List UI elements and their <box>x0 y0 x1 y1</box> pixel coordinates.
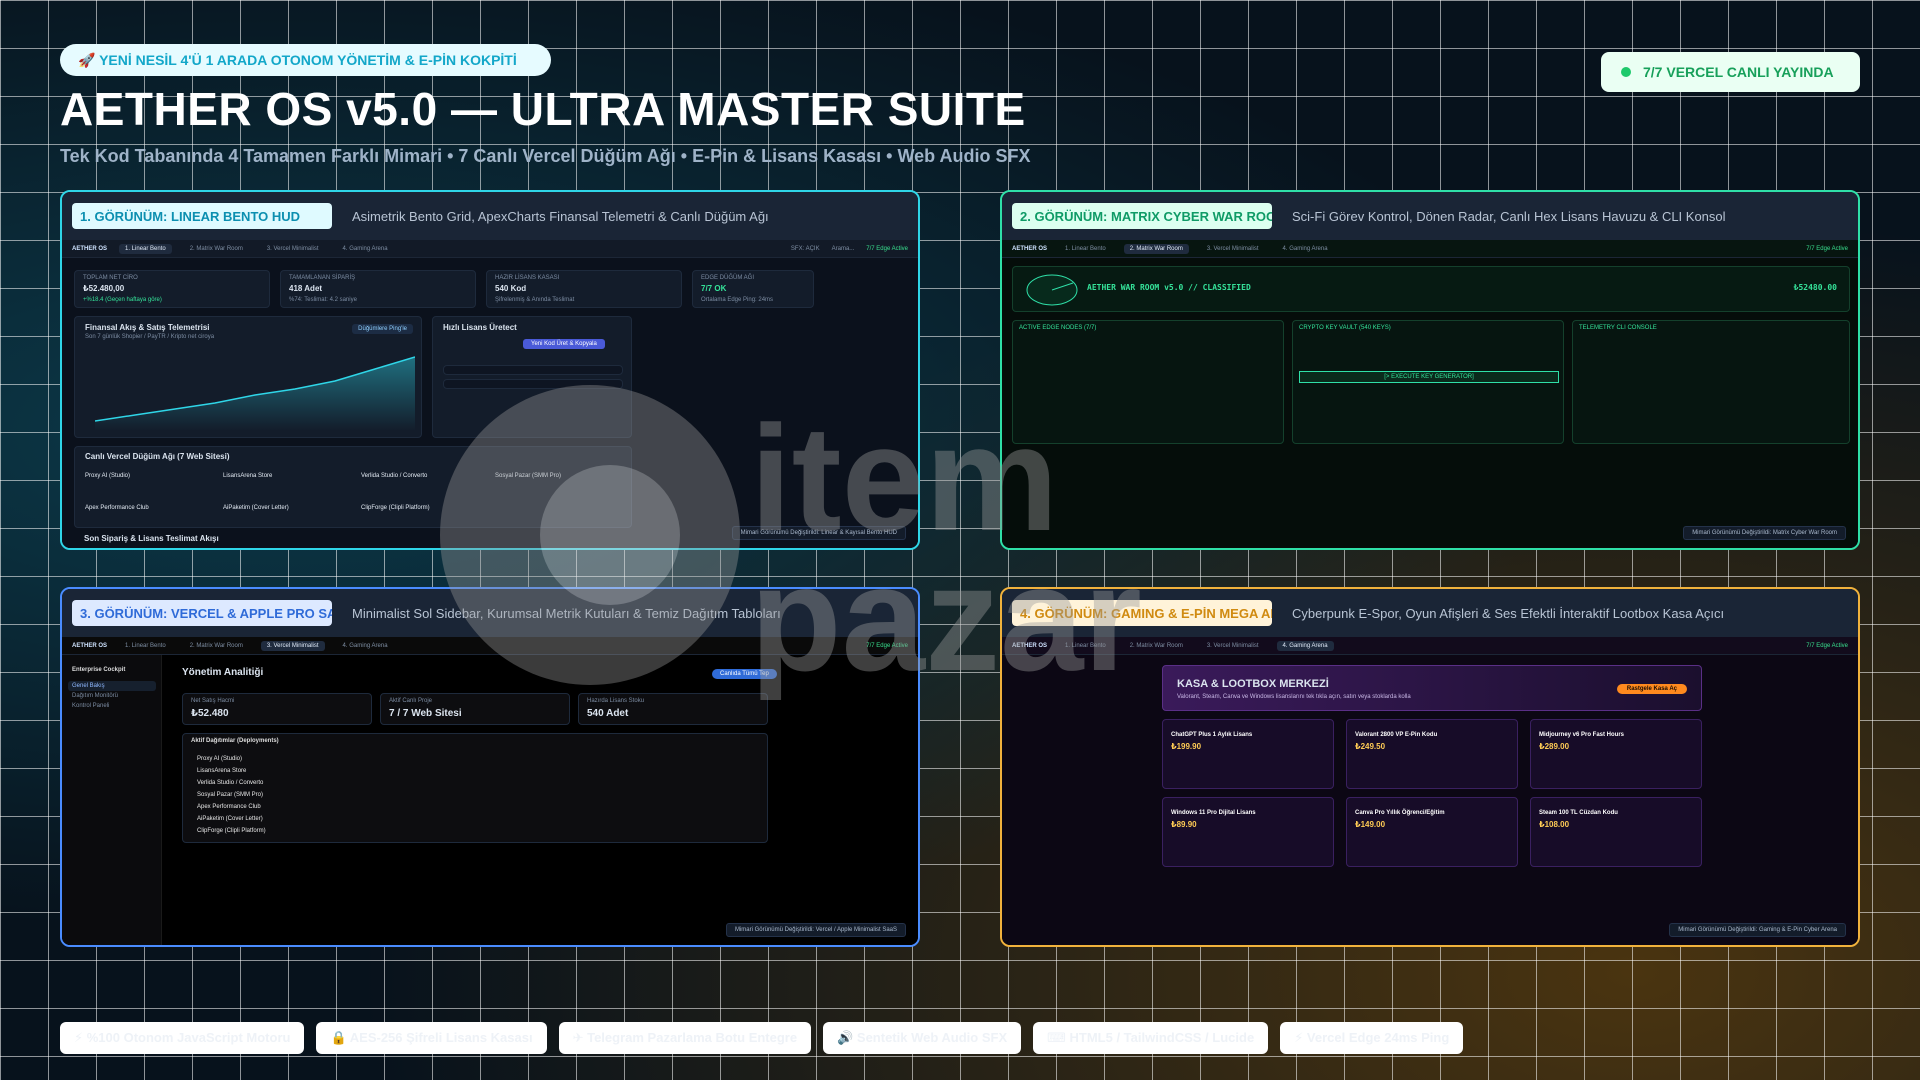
app-brand: AETHER OS <box>1012 642 1048 649</box>
cli-console: TELEMETRY CLI CONSOLE <box>1572 320 1850 444</box>
feature-chip: 🔒 AES-256 Şifreli Lisans Kasası <box>316 1022 547 1054</box>
ping-button[interactable]: Düğümlere Ping'le <box>352 324 413 334</box>
saas-title: Yönetim Analitiği <box>182 667 264 678</box>
panel-description: Asimetrik Bento Grid, ApexCharts Finansa… <box>352 208 769 224</box>
product-card[interactable]: Canva Pro Yıllık Öğrenci/Eğitim ₺149.00 <box>1346 797 1518 867</box>
app-brand: AETHER OS <box>1012 245 1048 252</box>
tab-gaming[interactable]: 4. Gaming Arena <box>1276 640 1334 651</box>
tab-matrix[interactable]: 2. Matrix War Room <box>1123 243 1189 254</box>
edge-status: 7/7 Edge Active <box>866 245 908 252</box>
panel-description: Minimalist Sol Sidebar, Kurumsal Metrik … <box>352 605 781 621</box>
generate-key-button[interactable]: Yeni Kod Üret & Kopyala <box>523 339 605 349</box>
edge-status: 7/7 Edge Active <box>1806 245 1848 252</box>
tab-matrix[interactable]: 2. Matrix War Room <box>184 244 249 254</box>
product-card[interactable]: Midjourney v6 Pro Fast Hours ₺289.00 <box>1530 719 1702 789</box>
live-status-badge: 7/7 VERCEL CANLI YAYINDA <box>1601 52 1860 92</box>
footer-toast: Mimari Görünümü Değiştirildi: Vercel / A… <box>725 923 906 937</box>
product-card[interactable]: ChatGPT Plus 1 Aylık Lisans ₺199.90 <box>1162 719 1334 789</box>
panel-gaming-arena[interactable]: 4. GÖRÜNÜM: GAMING & E-PİN MEGA ARENA Cy… <box>1000 587 1860 947</box>
deploy-all-button[interactable]: Canlıda Tümü Tep <box>712 669 777 679</box>
tab-vercel[interactable]: 3. Vercel Minimalist <box>261 244 325 254</box>
kpi-card: TOPLAM NET CİRO ₺52.480,00 +%18.4 (Geçen… <box>74 270 270 308</box>
feature-chip: ⚡ Vercel Edge 24ms Ping <box>1280 1022 1464 1054</box>
sidebar-item-deploy[interactable]: Dağıtım Monitörü <box>72 693 118 699</box>
panel-vercel-saas[interactable]: 3. GÖRÜNÜM: VERCEL & APPLE PRO SAAS Mini… <box>60 587 920 947</box>
tab-matrix[interactable]: 2. Matrix War Room <box>184 641 249 651</box>
finance-chart-card: Finansal Akış & Satış Telemetrisi Son 7 … <box>74 316 422 438</box>
footer-toast: Mimari Görünümü Değiştirildi: Matrix Cyb… <box>1683 526 1846 540</box>
panel-tag: 1. GÖRÜNÜM: LINEAR BENTO HUD <box>72 203 332 229</box>
panel-tag: 3. GÖRÜNÜM: VERCEL & APPLE PRO SAAS <box>72 600 332 626</box>
panel-linear-bento[interactable]: 1. GÖRÜNÜM: LINEAR BENTO HUD Asimetrik B… <box>60 190 920 550</box>
panel-tag: 4. GÖRÜNÜM: GAMING & E-PİN MEGA ARENA <box>1012 600 1272 626</box>
tab-linear[interactable]: 1. Linear Bento <box>1059 641 1112 651</box>
app-brand: AETHER OS <box>72 245 108 252</box>
search-input[interactable]: Arama... <box>832 246 855 252</box>
kpi-card: EDGE DÜĞÜM AĞI 7/7 OK Ortalama Edge Ping… <box>692 270 814 308</box>
sidebar-item-overview[interactable]: Genel Bakış <box>68 681 156 691</box>
edge-status: 7/7 Edge Active <box>1806 642 1848 649</box>
panel-matrix-war-room[interactable]: 2. GÖRÜNÜM: MATRIX CYBER WAR ROOM Sci-Fi… <box>1000 190 1860 550</box>
kpi-card: HAZIR LİSANS KASASI 540 Kod Şifrelenmiş … <box>486 270 682 308</box>
edge-status: 7/7 Edge Active <box>866 642 908 649</box>
tab-gaming[interactable]: 4. Gaming Arena <box>1277 244 1334 254</box>
war-room-header: AETHER WAR ROOM v5.0 // CLASSIFIED ₺5248… <box>1012 266 1850 312</box>
tab-vercel[interactable]: 3. Vercel Minimalist <box>260 640 325 651</box>
panel-description: Sci-Fi Görev Kontrol, Dönen Radar, Canlı… <box>1292 208 1726 224</box>
sidebar-item-control[interactable]: Kontrol Paneli <box>72 703 109 709</box>
feature-chip: ✈ Telegram Pazarlama Botu Entegre <box>558 1022 812 1054</box>
page-subtitle: Tek Kod Tabanında 4 Tamamen Farklı Mimar… <box>60 146 1031 166</box>
product-card[interactable]: Steam 100 TL Cüzdan Kodu ₺108.00 <box>1530 797 1702 867</box>
kpi-card: Aktif Canlı Proje 7 / 7 Web Sitesi <box>380 693 570 725</box>
product-card[interactable]: Windows 11 Pro Dijital Lisans ₺89.90 <box>1162 797 1334 867</box>
tab-linear[interactable]: 1. Linear Bento <box>119 243 172 254</box>
feature-chip: ⌨ HTML5 / TailwindCSS / Lucide <box>1033 1022 1269 1054</box>
tab-linear[interactable]: 1. Linear Bento <box>1059 244 1112 254</box>
tab-vercel[interactable]: 3. Vercel Minimalist <box>1201 244 1265 254</box>
table-row: Apex Performance Club <box>197 804 261 810</box>
app-bar: AETHER OS 1. Linear Bento 2. Matrix War … <box>62 240 918 258</box>
execute-generator-button[interactable]: [> EXECUTE KEY GENERATOR] <box>1299 371 1559 383</box>
table-row: LisansArena Store <box>197 768 247 774</box>
node-grid-card: Canlı Vercel Düğüm Ağı (7 Web Sitesi) Pr… <box>74 446 632 528</box>
sidebar: Enterprise Cockpit Genel Bakış Dağıtım M… <box>62 655 162 945</box>
radar-icon <box>1026 274 1078 306</box>
header-badge: 🚀 YENİ NESİL 4'Ü 1 ARADA OTONOM YÖNETİM … <box>60 44 551 76</box>
license-generator-card: Hızlı Lisans Üretect Yeni Kod Üret & Kop… <box>432 316 632 438</box>
table-row: ClipForge (Clipli Platform) <box>197 828 266 834</box>
tab-gaming[interactable]: 4. Gaming Arena <box>337 244 394 254</box>
table-row: Proxy AI (Studio) <box>197 756 243 762</box>
feature-chips: ⚡ %100 Otonom JavaScript Motoru 🔒 AES-25… <box>60 1022 1464 1054</box>
page-title: AETHER OS v5.0 — ULTRA MASTER SUITE <box>60 83 1026 135</box>
app-brand: AETHER OS <box>72 642 108 649</box>
status-dot-icon <box>1621 67 1631 77</box>
feature-chip: ⚡ %100 Otonom JavaScript Motoru <box>60 1022 305 1054</box>
open-case-button[interactable]: Rastgele Kasa Aç <box>1616 684 1687 694</box>
tab-vercel[interactable]: 3. Vercel Minimalist <box>1201 641 1265 651</box>
finance-area-chart <box>95 356 415 431</box>
product-card[interactable]: Valorant 2800 VP E-Pin Kodu ₺249.50 <box>1346 719 1518 789</box>
table-row: AiPaketim (Cover Letter) <box>197 816 263 822</box>
orders-title: Son Sipariş & Lisans Teslimat Akışı <box>84 534 219 543</box>
panel-tag: 2. GÖRÜNÜM: MATRIX CYBER WAR ROOM <box>1012 203 1272 229</box>
kpi-card: TAMAMLANAN SİPARİŞ 418 Adet %74: Teslima… <box>280 270 476 308</box>
kpi-card: Hazırda Lisans Stoku 540 Adet <box>578 693 768 725</box>
edge-nodes-list: ACTIVE EDGE NODES (7/7) <box>1012 320 1284 444</box>
table-row: Verlida Studio / Converto <box>197 780 264 786</box>
deployments-table: Aktif Dağıtımlar (Deployments) Proxy AI … <box>182 733 768 843</box>
key-vault: CRYPTO KEY VAULT (540 KEYS) [> EXECUTE K… <box>1292 320 1564 444</box>
footer-toast: Mimari Görünümü Değiştirildi: Linear & K… <box>731 526 906 540</box>
footer-toast: Mimari Görünümü Değiştirildi: Gaming & E… <box>1669 923 1846 937</box>
tab-linear[interactable]: 1. Linear Bento <box>119 641 172 651</box>
lootbox-banner: KASA & LOOTBOX MERKEZİ Valorant, Steam, … <box>1162 665 1702 711</box>
kpi-card: Net Satış Hacmi ₺52.480 <box>182 693 372 725</box>
sfx-toggle[interactable]: SFX: AÇIK <box>791 246 820 252</box>
panel-description: Cyberpunk E-Spor, Oyun Afişleri & Ses Ef… <box>1292 605 1725 621</box>
feature-chip: 🔊 Sentetik Web Audio SFX <box>823 1022 1022 1054</box>
tab-matrix[interactable]: 2. Matrix War Room <box>1124 641 1189 651</box>
table-row: Sosyal Pazar (SMM Pro) <box>197 792 264 798</box>
tab-gaming[interactable]: 4. Gaming Arena <box>337 641 394 651</box>
